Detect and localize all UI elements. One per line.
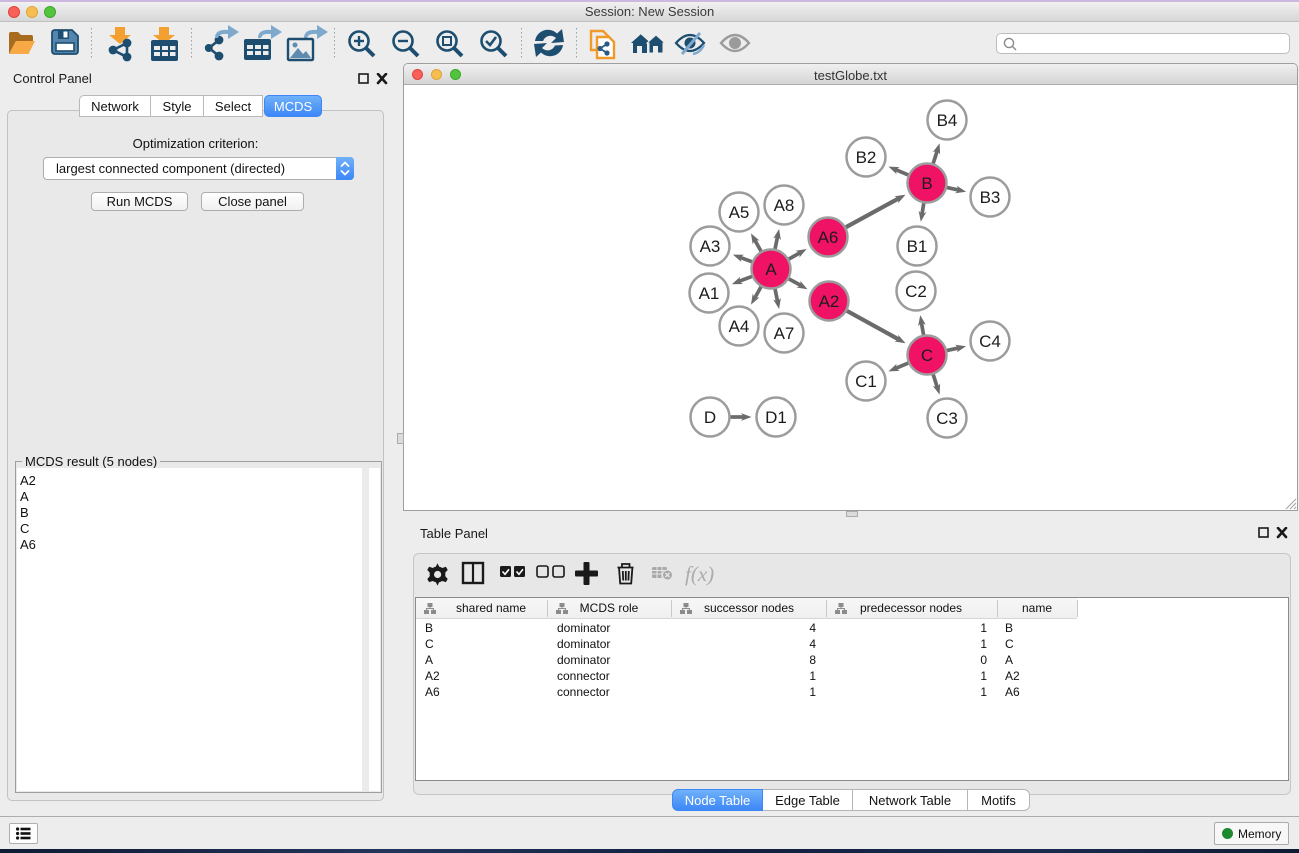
svg-text:8: 8 <box>809 653 816 667</box>
svg-text:C: C <box>1005 637 1014 651</box>
svg-text:A2: A2 <box>425 669 440 683</box>
svg-text:B3: B3 <box>980 188 1001 207</box>
svg-text:f(x): f(x) <box>685 562 714 586</box>
svg-text:C1: C1 <box>855 372 877 391</box>
svg-text:name: name <box>1022 601 1052 615</box>
svg-text:A: A <box>1005 653 1013 667</box>
svg-text:1: 1 <box>980 621 987 635</box>
svg-text:A1: A1 <box>699 284 720 303</box>
svg-text:B: B <box>425 621 433 635</box>
svg-text:A4: A4 <box>729 317 750 336</box>
svg-text:successor nodes: successor nodes <box>704 601 794 615</box>
svg-text:C: C <box>425 637 434 651</box>
svg-text:B1: B1 <box>907 237 928 256</box>
svg-text:0: 0 <box>980 653 987 667</box>
svg-text:connector: connector <box>557 685 610 699</box>
svg-text:A7: A7 <box>774 324 795 343</box>
svg-text:B2: B2 <box>856 148 877 167</box>
svg-text:C3: C3 <box>936 409 958 428</box>
svg-text:connector: connector <box>557 669 610 683</box>
svg-text:4: 4 <box>809 621 816 635</box>
svg-text:predecessor nodes: predecessor nodes <box>860 601 962 615</box>
svg-text:D: D <box>704 408 716 427</box>
svg-text:shared name: shared name <box>456 601 526 615</box>
svg-text:dominator: dominator <box>557 637 610 651</box>
svg-text:A: A <box>765 260 777 279</box>
svg-text:1: 1 <box>980 685 987 699</box>
svg-text:A2: A2 <box>819 292 840 311</box>
svg-text:A6: A6 <box>425 685 440 699</box>
svg-text:1: 1 <box>980 669 987 683</box>
svg-text:A5: A5 <box>729 203 750 222</box>
svg-text:A3: A3 <box>700 237 721 256</box>
svg-text:A6: A6 <box>1005 685 1020 699</box>
svg-text:A: A <box>425 653 433 667</box>
svg-text:A6: A6 <box>818 228 839 247</box>
svg-text:MCDS role: MCDS role <box>580 601 639 615</box>
svg-text:1: 1 <box>809 685 816 699</box>
svg-text:A2: A2 <box>1005 669 1020 683</box>
svg-text:A8: A8 <box>774 196 795 215</box>
svg-text:C: C <box>921 346 933 365</box>
svg-text:B4: B4 <box>937 111 958 130</box>
svg-text:dominator: dominator <box>557 653 610 667</box>
svg-text:1: 1 <box>809 669 816 683</box>
svg-text:B: B <box>1005 621 1013 635</box>
svg-text:4: 4 <box>809 637 816 651</box>
svg-text:dominator: dominator <box>557 621 610 635</box>
svg-text:C2: C2 <box>905 282 927 301</box>
svg-text:D1: D1 <box>765 408 787 427</box>
svg-text:B: B <box>921 174 932 193</box>
svg-text:C4: C4 <box>979 332 1001 351</box>
svg-text:1: 1 <box>980 637 987 651</box>
